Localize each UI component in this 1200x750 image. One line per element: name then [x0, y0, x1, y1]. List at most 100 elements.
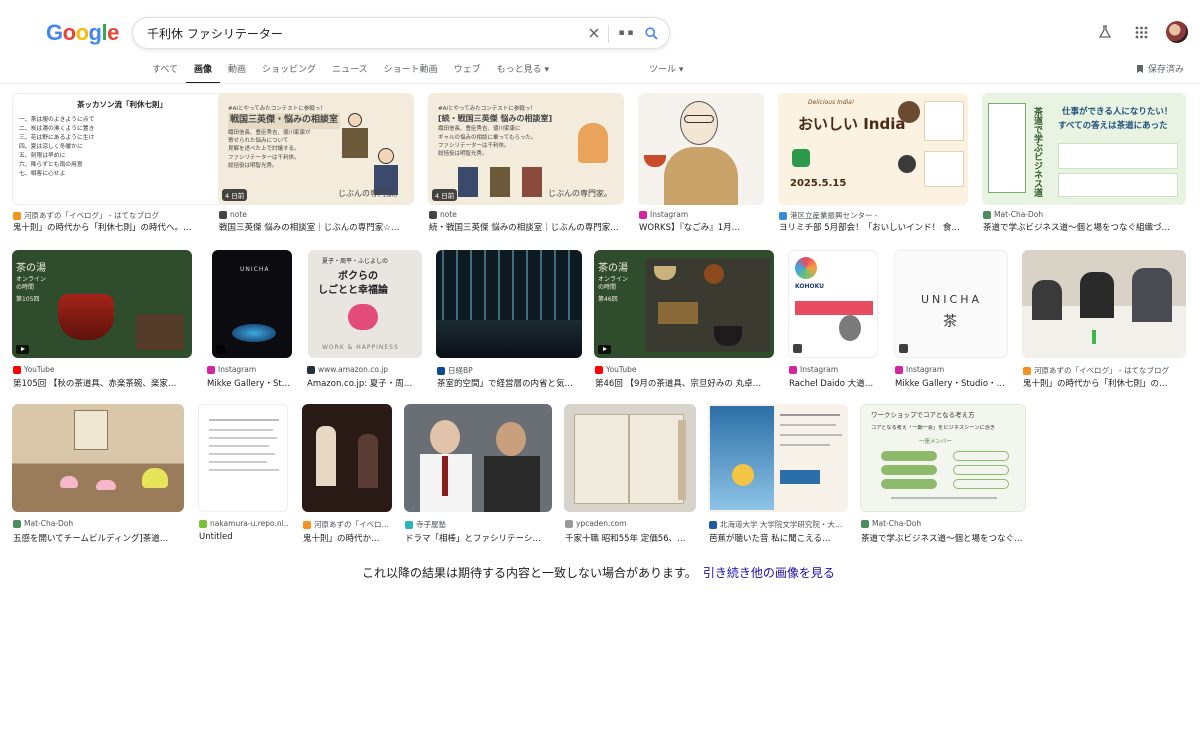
result-title[interactable]: 第46回 【9月の茶道具、宗旦好みの 丸卓… [595, 377, 775, 389]
image-result[interactable]: UNICHA 茶 Instagram Mikke Gallery・Studio・… [894, 250, 1008, 390]
result-title[interactable]: Mikke Gallery・Studio・… [895, 377, 1009, 389]
image-result[interactable]: #AIとやってみたコンテストに参戦っ！ 戦国三英傑・悩みの相談室 織田信長、豊臣… [218, 93, 414, 235]
search-icon[interactable] [641, 23, 661, 43]
result-title[interactable]: Amazon.co.jp: 夏子・周… [307, 377, 423, 389]
result-thumbnail[interactable]: 茶の湯 オンライン の時間 第46回 [594, 250, 774, 358]
image-result[interactable]: 河原あずの「イベロ… 鬼十則」の時代か… [302, 404, 392, 546]
result-source[interactable]: note [219, 210, 415, 219]
saved-button[interactable]: 保存済み [1136, 62, 1184, 75]
account-avatar[interactable] [1166, 21, 1188, 43]
result-source[interactable]: Instagram [789, 365, 879, 374]
result-title[interactable]: 鬼十則」の時代から「利休七則」の… [1023, 377, 1187, 389]
tab-videos[interactable]: 動画 [220, 62, 254, 84]
image-result[interactable]: 北海道大学 大学院文学研究院・大… 芭蕉が聴いた音 私に聞こえる… [708, 404, 848, 546]
result-source[interactable]: www.amazon.co.jp [307, 365, 423, 374]
tab-shopping[interactable]: ショッピング [254, 62, 324, 84]
image-result[interactable]: 寺子屋塾 ドラマ「相棒」とファシリテーシ… [404, 404, 552, 546]
result-source[interactable]: 港区立産業振興センター - [779, 210, 969, 221]
image-result[interactable]: KOHOKU Instagram Rachel Daido 大道… [788, 250, 878, 390]
result-source[interactable]: Instagram [639, 210, 765, 219]
result-thumbnail[interactable] [638, 93, 764, 205]
image-result[interactable]: 日経BP 茶室的空間」で経営層の内省と気… [436, 250, 582, 390]
search-box[interactable]: 千利休 ファシリテーター ▪ ▪ [132, 17, 670, 49]
image-result[interactable]: Instagram WORKS】『なごみ』1月… [638, 93, 764, 235]
result-source[interactable]: YouTube [13, 365, 193, 374]
result-source[interactable]: 日経BP [437, 365, 583, 376]
image-result[interactable]: nakamura-u.repo.ni… Untitled [198, 404, 289, 546]
lens-icon[interactable]: ▪ ▪ [616, 23, 636, 43]
image-result[interactable]: 茶ッカソン流「利休七則」 一、茶は服のよきように点て 二、炭は湯の沸くように置き… [12, 93, 232, 235]
result-source[interactable]: 河原あずの「イベログ」 - はてなブログ [13, 210, 233, 221]
result-thumbnail[interactable] [302, 404, 392, 512]
result-source[interactable]: Mat-Cha-Doh [13, 519, 185, 528]
result-title[interactable]: ヨリミチ部 5月部会！「おいしいインド！ 食… [779, 221, 969, 233]
result-thumbnail[interactable]: Delicious India! おいしい India 2025.5.15 [778, 93, 968, 205]
google-logo[interactable]: Google [46, 20, 119, 46]
image-result[interactable]: #AIとやってみたコンテストに参戦っ！ [続・戦国三英傑 悩みの相談室] 織田信… [428, 93, 624, 235]
result-source[interactable]: Instagram [895, 365, 1009, 374]
result-title[interactable]: Untitled [199, 532, 289, 542]
result-title[interactable]: 芭蕉が聴いた音 私に聞こえる… [709, 532, 849, 544]
result-title[interactable]: 続・戦国三英傑 悩みの相談室｜じぶんの専門家… [429, 221, 625, 233]
result-source[interactable]: 寺子屋塾 [405, 519, 553, 530]
result-source[interactable]: YouTube [595, 365, 775, 374]
result-thumbnail[interactable] [198, 404, 288, 512]
result-thumbnail[interactable] [564, 404, 696, 512]
image-result[interactable]: 河原あずの「イベログ」 - はてなブログ 鬼十則」の時代から「利休七則」の… [1022, 250, 1186, 390]
result-thumbnail[interactable] [12, 404, 184, 512]
tab-all[interactable]: すべて [144, 62, 186, 84]
clear-icon[interactable] [584, 23, 604, 43]
image-result[interactable]: Delicious India! おいしい India 2025.5.15 港区… [778, 93, 968, 235]
result-thumbnail[interactable] [436, 250, 582, 358]
result-title[interactable]: Mikke Gallery・St… [207, 377, 293, 389]
result-title[interactable]: WORKS】『なごみ』1月… [639, 221, 765, 233]
image-result[interactable]: 茶の湯 オンライン の時間 第105回 YouTube 第105回 【秋の茶道具… [12, 250, 192, 390]
tab-web[interactable]: ウェブ [446, 62, 489, 84]
tab-more[interactable]: もっと見る ▾ [489, 62, 557, 84]
image-result[interactable]: 茶道で学ぶビジネス道 仕事ができる人になりたい！ すべての答えは茶道にあった M… [982, 93, 1186, 235]
search-input[interactable]: 千利休 ファシリテーター [147, 25, 283, 42]
tab-short-videos[interactable]: ショート動画 [376, 62, 446, 84]
see-more-images-link[interactable]: 引き続き他の画像を見る [703, 566, 835, 580]
result-title[interactable]: 茶道で学ぶビジネス道〜個と場をつなぐ… [861, 532, 1027, 544]
image-result[interactable]: 茶の湯 オンライン の時間 第46回 YouTube 第46回 【9月の茶道具、… [594, 250, 774, 390]
result-source[interactable]: Mat-Cha-Doh [983, 210, 1187, 219]
result-source[interactable]: note [429, 210, 625, 219]
result-thumbnail[interactable]: KOHOKU [788, 250, 878, 358]
result-thumbnail[interactable] [404, 404, 552, 512]
tools-button[interactable]: ツール ▾ [649, 62, 683, 75]
labs-flask-icon[interactable] [1094, 21, 1116, 43]
result-source[interactable]: nakamura-u.repo.ni… [199, 519, 289, 528]
result-thumbnail[interactable] [1022, 250, 1186, 358]
tab-news[interactable]: ニュース [324, 62, 376, 84]
result-thumbnail[interactable]: ワークショップでコアとなる考え方 コアとなる考え「一期一会」をビジネスシーンに活… [860, 404, 1026, 512]
image-result[interactable]: ypcaden.com 千家十職 昭和55年 定価56、… [564, 404, 696, 546]
result-title[interactable]: Rachel Daido 大道… [789, 377, 879, 389]
result-title[interactable]: 戦国三英傑 悩みの相談室｜じぶんの専門家☆… [219, 221, 415, 233]
result-thumbnail[interactable]: UNICHA 茶 [894, 250, 1008, 358]
result-title[interactable]: 鬼十則」の時代から「利休七則」の時代へ。… [13, 221, 233, 233]
tab-images[interactable]: 画像 [186, 62, 221, 84]
result-title[interactable]: 千家十職 昭和55年 定価56、… [565, 532, 697, 544]
result-thumbnail[interactable]: 夏子・周平・ふじよしの ボクらの しごとと幸福論 WORK & HAPPINES… [308, 250, 422, 358]
result-title[interactable]: 五感を開いてチームビルディング]茶道… [13, 532, 185, 544]
result-thumbnail[interactable]: #AIとやってみたコンテストに参戦っ！ 戦国三英傑・悩みの相談室 織田信長、豊臣… [218, 93, 414, 205]
image-result[interactable]: Mat-Cha-Doh 五感を開いてチームビルディング]茶道… [12, 404, 184, 546]
result-source[interactable]: Instagram [207, 365, 293, 374]
result-thumbnail[interactable]: #AIとやってみたコンテストに参戦っ！ [続・戦国三英傑 悩みの相談室] 織田信… [428, 93, 624, 205]
result-title[interactable]: 鬼十則」の時代か… [303, 532, 393, 544]
result-source[interactable]: 河原あずの「イベロ… [303, 519, 393, 530]
result-thumbnail[interactable] [708, 404, 848, 512]
image-result[interactable]: 夏子・周平・ふじよしの ボクらの しごとと幸福論 WORK & HAPPINES… [306, 250, 422, 390]
result-title[interactable]: 茶室的空間」で経営層の内省と気… [437, 377, 583, 389]
result-thumbnail[interactable]: UNICHA [212, 250, 292, 358]
result-thumbnail[interactable]: 茶の湯 オンライン の時間 第105回 [12, 250, 192, 358]
result-source[interactable]: 河原あずの「イベログ」 - はてなブログ [1023, 365, 1187, 376]
result-thumbnail[interactable]: 茶道で学ぶビジネス道 仕事ができる人になりたい！ すべての答えは茶道にあった [982, 93, 1186, 205]
result-source[interactable]: Mat-Cha-Doh [861, 519, 1027, 528]
image-result[interactable]: UNICHA Instagram Mikke Gallery・St… [206, 250, 292, 390]
result-thumbnail[interactable]: 茶ッカソン流「利休七則」 一、茶は服のよきように点て 二、炭は湯の沸くように置き… [12, 93, 232, 205]
result-title[interactable]: 第105回 【秋の茶道具、赤楽茶碗、楽家… [13, 377, 193, 389]
apps-grid-icon[interactable] [1130, 21, 1152, 43]
result-source[interactable]: ypcaden.com [565, 519, 697, 528]
